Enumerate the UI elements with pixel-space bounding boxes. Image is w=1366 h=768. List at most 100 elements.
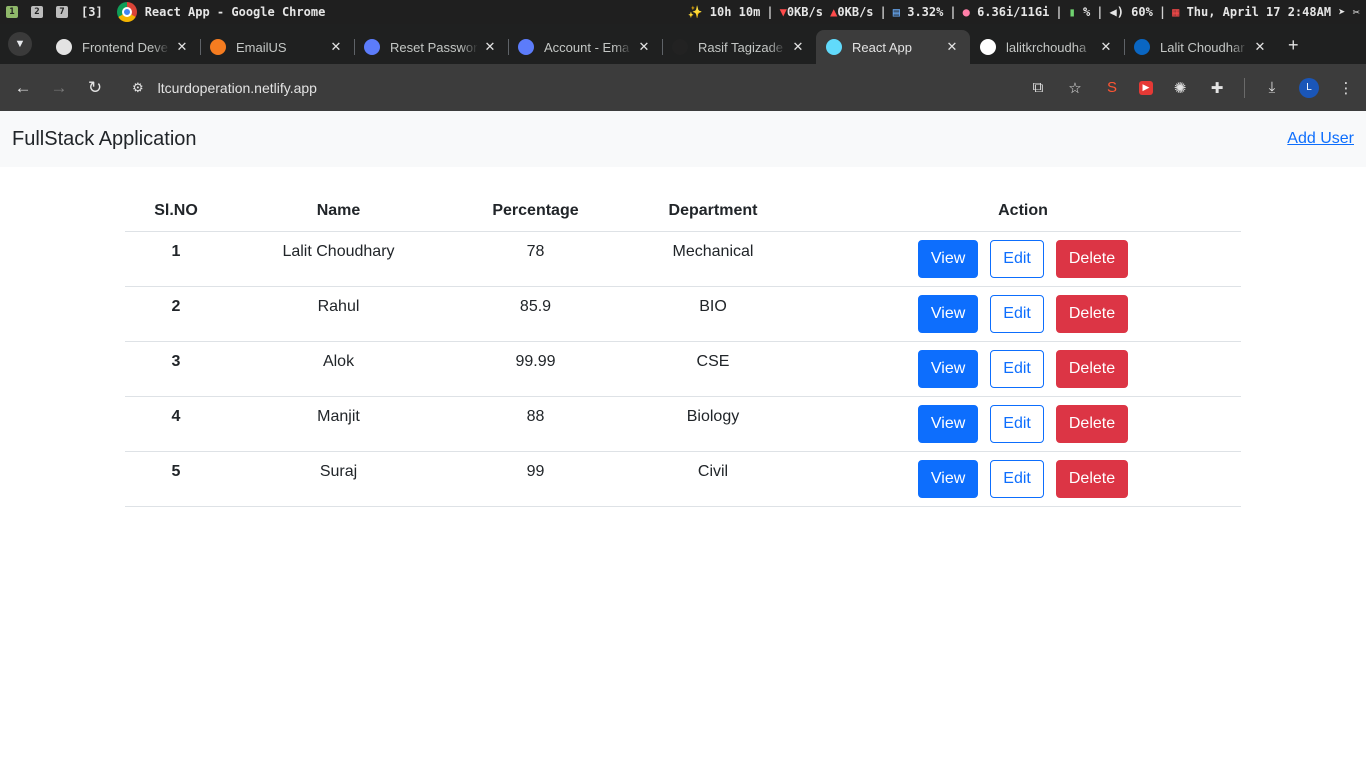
browser-tab[interactable]: EmailUS ✕ (200, 30, 354, 64)
tab-title: Rasif Tagizade (698, 39, 784, 55)
address-bar[interactable]: ⚙ ltcurdoperation.netlify.app (118, 70, 1018, 106)
uptime-timer: 10h 10m (709, 5, 761, 19)
os-status-bar: 1 2 7 [3] React App - Google Chrome ✨ 10… (0, 0, 1366, 24)
edit-button[interactable]: Edit (990, 404, 1044, 443)
mem-usage: 6.36i/11Gi (977, 5, 1050, 19)
workspace-count: [3] (81, 5, 103, 19)
sparkle-icon: ✨ (687, 5, 703, 19)
battery-icon: ▮ (1068, 5, 1076, 19)
react-icon (826, 39, 842, 55)
view-button[interactable]: View (917, 404, 979, 443)
header-department: Department (621, 191, 805, 232)
net-down: 0KB/s (786, 5, 823, 19)
browser-tab[interactable]: React App ✕ (816, 30, 970, 64)
cell-actions: View Edit Delete (805, 286, 1241, 342)
table-header-row: Sl.NO Name Percentage Department Action (125, 191, 1241, 232)
delete-button[interactable]: Delete (1055, 459, 1129, 498)
system-status: ✨ 10h 10m | ▼ 0KB/s ▲ 0KB/s | ▤ 3.32% | ● … (687, 5, 1360, 19)
profile-avatar[interactable]: L (1299, 77, 1319, 98)
battery-level: % (1083, 5, 1091, 19)
window-title: React App - Google Chrome (144, 5, 326, 19)
add-user-link[interactable]: Add User (1287, 130, 1354, 148)
workspace-7[interactable]: 7 (56, 6, 68, 18)
menu-kebab-icon[interactable]: ⋮ (1336, 78, 1356, 98)
edit-button[interactable]: Edit (990, 459, 1044, 498)
brain-icon: ● (962, 5, 970, 19)
browser-tab[interactable]: Reset Passwor ✕ (354, 30, 508, 64)
tab-title: React App (852, 39, 912, 55)
calendar-icon: ▦ (1172, 5, 1180, 19)
extensions-puzzle-icon[interactable]: ✚ (1207, 78, 1227, 98)
url-text[interactable]: ltcurdoperation.netlify.app (158, 80, 317, 96)
extension-s-icon[interactable]: S (1102, 78, 1122, 98)
browser-tab[interactable]: Frontend Deve ✕ (46, 30, 200, 64)
bookmark-star-icon[interactable]: ☆ (1065, 78, 1085, 98)
browser-tab[interactable]: Lalit Choudhar ✕ (1124, 30, 1278, 64)
datetime: Thu, April 17 2:48AM (1186, 5, 1332, 19)
close-tab-icon[interactable]: ✕ (174, 39, 190, 55)
telegram-icon[interactable]: ➤ (1338, 5, 1345, 19)
cell-department: Mechanical (621, 231, 805, 287)
app-navbar: FullStack Application Add User (0, 111, 1366, 167)
extension-openai-icon[interactable]: ✺ (1170, 78, 1190, 98)
tab-title: Account - Ema (544, 39, 630, 55)
browser-tab[interactable]: lalitkrchoudha ✕ (970, 30, 1124, 64)
cell-actions: View Edit Delete (805, 396, 1241, 452)
view-button[interactable]: View (917, 239, 979, 278)
tab-search-button[interactable]: ▼ (8, 32, 32, 56)
browser-tab[interactable]: Rasif Tagizade ✕ (662, 30, 816, 64)
close-tab-icon[interactable]: ✕ (482, 39, 498, 55)
cell-percentage: 85.9 (450, 286, 621, 342)
cell-sl-no: 5 (125, 451, 227, 507)
close-tab-icon[interactable]: ✕ (790, 39, 806, 55)
workspace-1[interactable]: 1 (6, 6, 18, 18)
forward-button[interactable]: → (46, 78, 72, 98)
close-tab-icon[interactable]: ✕ (1252, 39, 1268, 55)
workspace-2[interactable]: 2 (31, 6, 43, 18)
install-app-icon[interactable]: ⧉ (1028, 78, 1048, 98)
edit-button[interactable]: Edit (990, 294, 1044, 333)
tab-title: Frontend Deve (82, 39, 168, 55)
app-brand[interactable]: FullStack Application (12, 128, 197, 151)
browser-tab[interactable]: Account - Ema ✕ (508, 30, 662, 64)
downloads-icon[interactable]: ⤓ (1262, 78, 1282, 98)
edit-button[interactable]: Edit (990, 349, 1044, 388)
delete-button[interactable]: Delete (1055, 349, 1129, 388)
site-info-icon[interactable]: ⚙ (132, 80, 144, 96)
net-up: 0KB/s (837, 5, 874, 19)
tab-title: Lalit Choudhar (1160, 39, 1245, 55)
cell-name: Lalit Choudhary (227, 231, 450, 287)
view-button[interactable]: View (917, 349, 979, 388)
delete-button[interactable]: Delete (1055, 404, 1129, 443)
volume-icon: ◀) (1109, 5, 1124, 19)
delete-button[interactable]: Delete (1055, 294, 1129, 333)
reload-button[interactable]: ↻ (82, 78, 108, 98)
table-row: 5 Suraj 99 Civil View Edit Delete (125, 451, 1241, 507)
tab-title: Reset Passwor (390, 39, 478, 55)
delete-button[interactable]: Delete (1055, 239, 1129, 278)
header-sl-no: Sl.NO (125, 191, 227, 232)
cpu-usage: 3.32% (907, 5, 944, 19)
table-row: 1 Lalit Choudhary 78 Mechanical View Edit Dele… (125, 231, 1241, 287)
header-action: Action (805, 191, 1241, 232)
tab-strip: ▼ Frontend Deve ✕ EmailUS ✕ Reset Passwor ✕ Ac… (0, 24, 1366, 64)
view-button[interactable]: View (917, 459, 979, 498)
close-tab-icon[interactable]: ✕ (1098, 39, 1114, 55)
close-tab-icon[interactable]: ✕ (636, 39, 652, 55)
extension-record-icon[interactable]: ▶ (1139, 80, 1153, 95)
cell-sl-no: 4 (125, 396, 227, 452)
edit-button[interactable]: Edit (990, 239, 1044, 278)
volume-level: 60% (1131, 5, 1153, 19)
new-tab-button[interactable]: + (1288, 35, 1299, 56)
scissors-icon[interactable]: ✂ (1353, 5, 1360, 19)
bookmark-icon (518, 39, 534, 55)
header-percentage: Percentage (450, 191, 621, 232)
close-tab-icon[interactable]: ✕ (328, 39, 344, 55)
view-button[interactable]: View (917, 294, 979, 333)
table-row: 4 Manjit 88 Biology View Edit Delete (125, 396, 1241, 452)
back-button[interactable]: ← (10, 78, 36, 98)
upload-arrow-icon: ▲ (830, 5, 838, 19)
cell-department: BIO (621, 286, 805, 342)
cell-percentage: 88 (450, 396, 621, 452)
close-tab-icon[interactable]: ✕ (944, 39, 960, 55)
